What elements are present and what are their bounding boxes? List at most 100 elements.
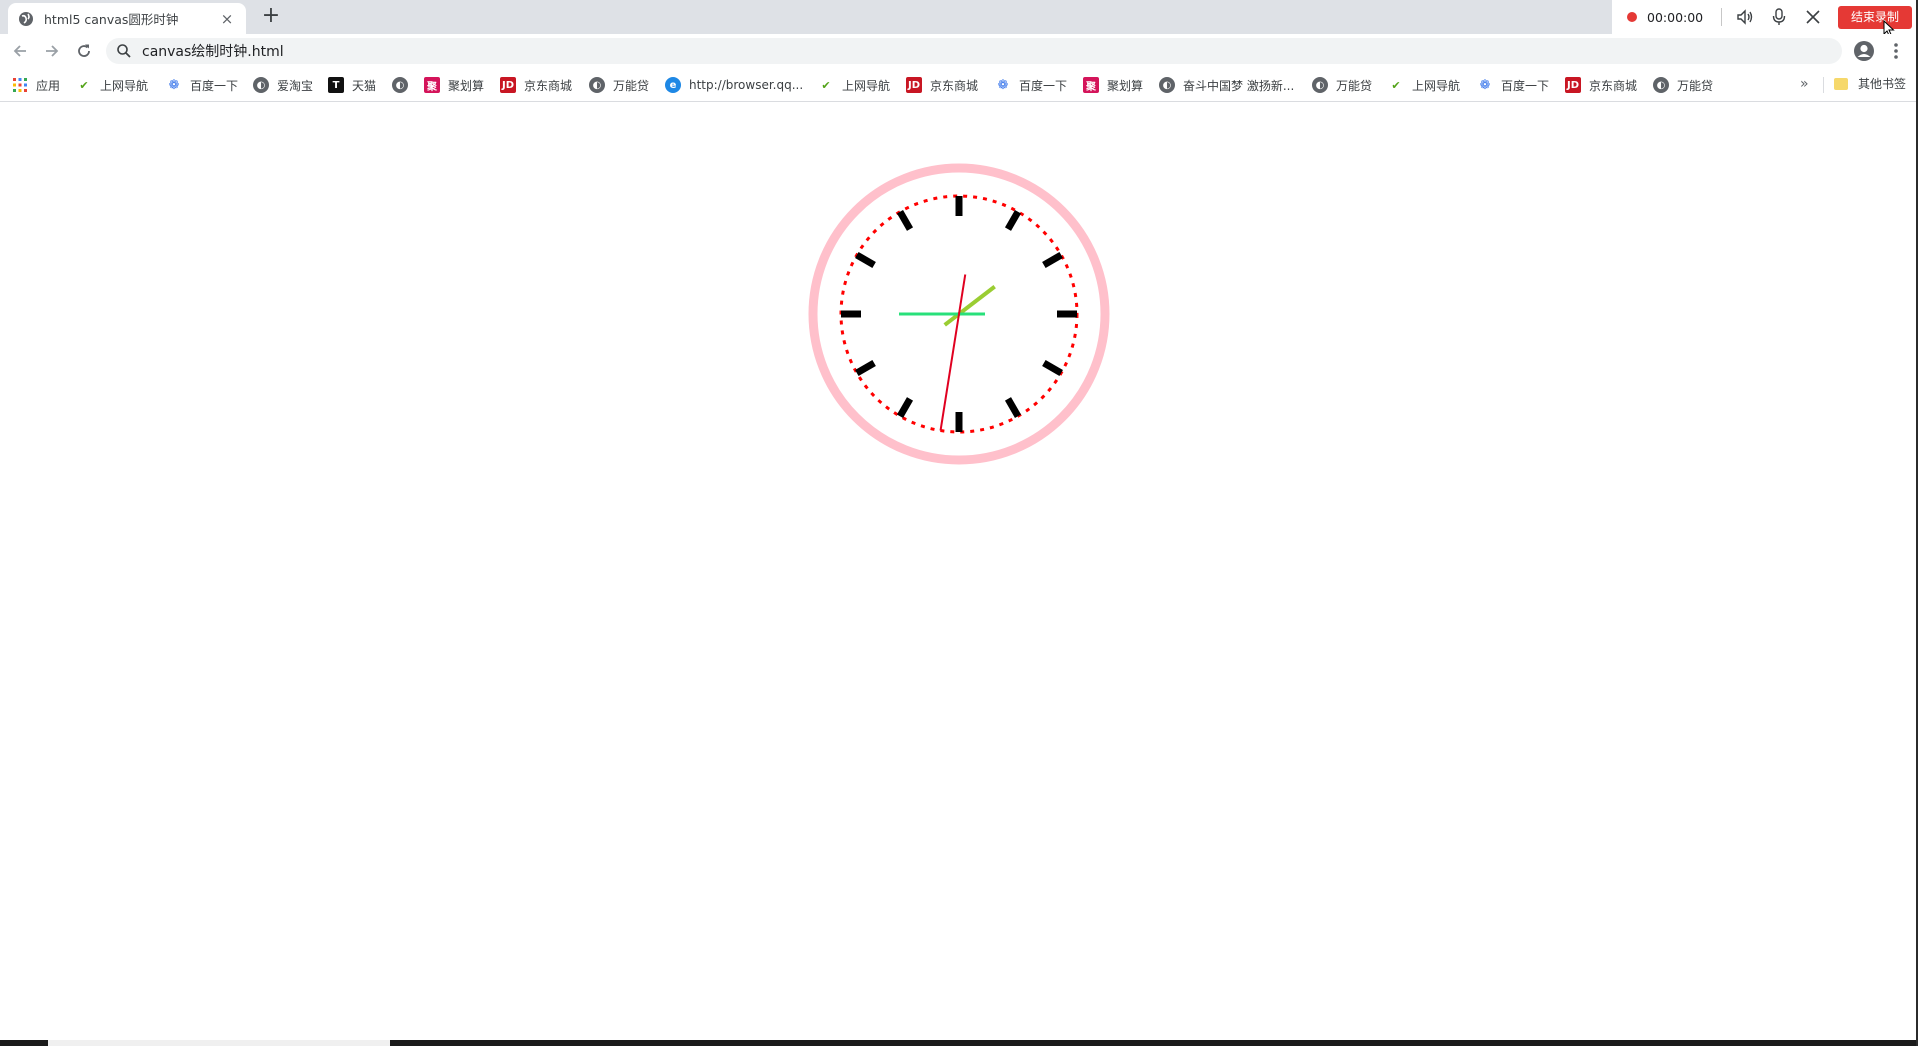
speaker-icon[interactable] [1734, 6, 1756, 28]
bookmark-aitaobao[interactable]: ◐ 爱淘宝 [253, 75, 313, 95]
microphone-icon[interactable] [1768, 6, 1790, 28]
bookmark-label: 上网导航 [100, 78, 149, 93]
address-bar[interactable]: canvas绘制时钟.html [106, 38, 1842, 64]
search-icon [117, 44, 131, 58]
bookmark-baidu-1[interactable]: ❁ 百度一下 [166, 75, 238, 95]
juhuasuan-icon: 聚 [1083, 77, 1099, 93]
bookmark-label: 上网导航 [842, 78, 891, 93]
globe-icon: ◐ [1159, 77, 1175, 93]
bookmark-label: 万能贷 [613, 78, 650, 93]
bookmark-label: 百度一下 [190, 78, 239, 93]
juhuasuan-icon: 聚 [424, 77, 440, 93]
bookmark-baidu-2[interactable]: ❁ 百度一下 [995, 75, 1067, 95]
page-content [0, 102, 1918, 1040]
bookmark-jd-2[interactable]: JD 京东商城 [906, 75, 978, 95]
other-bookmarks-folder[interactable]: 其他书签 [1834, 75, 1906, 92]
bookmark-jd-3[interactable]: JD 京东商城 [1565, 75, 1637, 95]
tab-close-icon[interactable]: × [218, 10, 236, 28]
bookmark-wannengdai-2[interactable]: ◐ 万能贷 [1312, 75, 1372, 95]
folder-icon [1834, 77, 1848, 90]
globe-icon: ◐ [1653, 77, 1669, 93]
clock-tick-11 [896, 210, 914, 231]
bookmark-label: http://browser.qq... [689, 78, 804, 92]
bookmarks-bar: 应用 ✔ 上网导航 ❁ 百度一下 ◐ 爱淘宝 T 天猫 ◐ 聚 聚划算 JD 京… [0, 68, 1918, 102]
other-bookmarks-label: 其他书签 [1858, 77, 1907, 91]
arrow-right-icon [46, 45, 59, 57]
baidu-paw-icon: ❁ [997, 77, 1009, 93]
clock-hour-hand [943, 285, 996, 327]
globe-icon: ◐ [253, 77, 269, 93]
globe-icon [19, 11, 33, 26]
recording-divider [1721, 8, 1723, 26]
back-button[interactable] [8, 39, 32, 63]
new-tab-button[interactable]: + [258, 4, 284, 30]
bookmark-label: 上网导航 [1412, 78, 1461, 93]
bookmark-label: 万能贷 [1677, 78, 1714, 93]
clock-second-hand [939, 274, 967, 431]
bookmark-label: 京东商城 [1589, 78, 1638, 93]
profile-avatar-icon[interactable] [1853, 40, 1875, 62]
stop-recording-button[interactable]: 结束录制 [1838, 6, 1912, 29]
bookmark-label: 百度一下 [1501, 78, 1550, 93]
bottom-highlight [48, 1040, 390, 1046]
bookmark-label: 聚划算 [1107, 78, 1144, 93]
clock-canvas [808, 163, 1110, 465]
clock-tick-4 [1042, 359, 1063, 377]
bookmark-wannengdai-3[interactable]: ◐ 万能贷 [1653, 75, 1713, 95]
address-url: canvas绘制时钟.html [142, 44, 284, 60]
bookmark-label: 爱淘宝 [277, 78, 314, 93]
globe-icon: ◐ [589, 77, 605, 93]
bookmark-label: 万能贷 [1336, 78, 1373, 93]
hao123-icon: ✔ [79, 78, 89, 92]
tab-strip: html5 canvas圆形时钟 × + 00:00:00 结束录制 [0, 0, 1918, 38]
bookmark-hao123-1[interactable]: ✔ 上网导航 [76, 75, 148, 95]
kebab-menu-icon[interactable] [1889, 40, 1903, 62]
clock-tick-10 [855, 251, 876, 269]
bookmark-hao123-2[interactable]: ✔ 上网导航 [818, 75, 890, 95]
clock-tick-8 [855, 359, 876, 377]
bookmark-tmall[interactable]: T 天猫 [328, 75, 376, 95]
bookmark-label: 聚划算 [448, 78, 485, 93]
bookmark-juhuasuan-1[interactable]: 聚 聚划算 [424, 75, 484, 95]
active-tab[interactable]: html5 canvas圆形时钟 × [8, 3, 246, 34]
bookmarks-divider [1823, 77, 1824, 93]
bookmark-wannengdai-1[interactable]: ◐ 万能贷 [589, 75, 649, 95]
reload-button[interactable] [72, 39, 96, 63]
clock-tick-5 [1004, 397, 1022, 418]
jd-icon: JD [1565, 77, 1581, 93]
bookmark-label: 京东商城 [524, 78, 573, 93]
hao123-icon: ✔ [821, 78, 831, 92]
qq-browser-icon: e [665, 77, 681, 93]
recording-dot-icon [1627, 12, 1637, 22]
bookmark-qq-browser[interactable]: e http://browser.qq... [665, 75, 803, 95]
apps-grid-icon [12, 77, 28, 93]
globe-icon: ◐ [392, 77, 408, 93]
bookmark-baidu-3[interactable]: ❁ 百度一下 [1477, 75, 1549, 95]
jd-icon: JD [500, 77, 516, 93]
baidu-paw-icon: ❁ [168, 77, 180, 93]
bookmark-globe-blank[interactable]: ◐ [392, 75, 408, 95]
baidu-paw-icon: ❁ [1479, 77, 1491, 93]
bookmark-label: 京东商城 [930, 78, 979, 93]
browser-toolbar: canvas绘制时钟.html [0, 34, 1918, 68]
arrow-left-icon [13, 45, 26, 57]
forward-button[interactable] [40, 39, 64, 63]
bookmark-apps[interactable]: 应用 [12, 75, 60, 95]
hao123-icon: ✔ [1391, 78, 1401, 92]
clock-tick-7 [896, 397, 914, 418]
tab-title: html5 canvas圆形时钟 [44, 12, 179, 27]
bookmark-label: 天猫 [352, 78, 377, 93]
bookmark-fendou[interactable]: ◐ 奋斗中国梦 激扬新... [1159, 75, 1294, 95]
bookmarks-overflow-icon[interactable]: » [1800, 76, 1809, 92]
clock-tick-1 [1004, 210, 1022, 231]
clock-tick-2 [1042, 251, 1063, 269]
reload-icon [78, 44, 90, 57]
tmall-icon: T [328, 77, 344, 93]
close-icon[interactable] [1802, 6, 1824, 28]
bookmark-juhuasuan-2[interactable]: 聚 聚划算 [1083, 75, 1143, 95]
globe-icon: ◐ [1312, 77, 1328, 93]
bookmark-jd-1[interactable]: JD 京东商城 [500, 75, 572, 95]
bookmark-hao123-3[interactable]: ✔ 上网导航 [1388, 75, 1460, 95]
bookmark-label: 百度一下 [1019, 78, 1068, 93]
jd-icon: JD [906, 77, 922, 93]
